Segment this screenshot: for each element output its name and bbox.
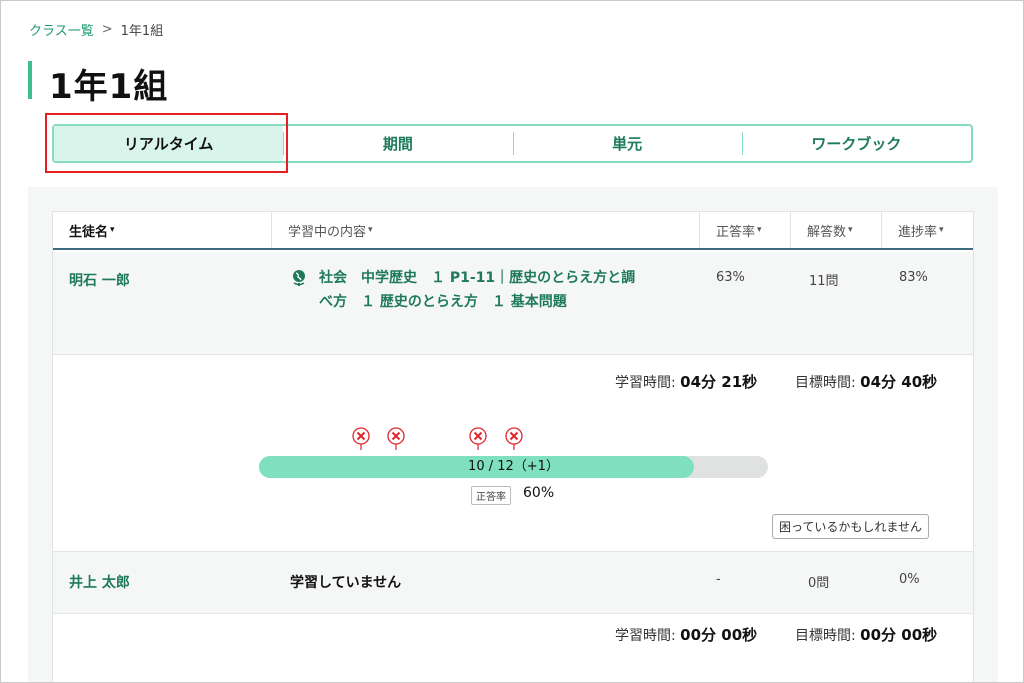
goal-time: 目標時間: 00分 00秒: [795, 624, 937, 645]
accuracy-badge: 正答率: [471, 486, 511, 505]
header-student-name-label: 生徒名: [69, 224, 109, 240]
wrong-answer-marker-icon: [468, 427, 488, 451]
breadcrumb-separator: >: [101, 22, 113, 37]
student-name-link[interactable]: 明石 一郎: [69, 270, 130, 290]
sort-caret-icon: ▾: [939, 225, 944, 235]
answer-count-value: 11問: [809, 274, 839, 289]
header-current-content-label: 学習中の内容: [288, 224, 367, 240]
content-status: 学習していません: [290, 575, 402, 591]
table-row: 井上 太郎 学習していません - 0問 0%: [53, 551, 973, 613]
study-time: 学習時間: 04分 21秒: [615, 371, 757, 392]
header-progress-label: 進捗率: [898, 224, 938, 240]
may-need-help-button[interactable]: 困っているかもしれません: [772, 514, 930, 539]
header-progress[interactable]: 進捗率 ▾: [882, 212, 973, 248]
app-frame: クラス一覧 > 1年1組 1年1組 リアルタイム 期間 単元 ワークブック 生徒…: [0, 0, 1024, 683]
tab-realtime[interactable]: リアルタイム: [54, 126, 284, 161]
study-time-value: 04分 21秒: [680, 373, 758, 391]
sort-caret-icon: ▾: [110, 225, 115, 235]
table-row: 明石 一郎 社会 中学歴史 １ P1-11｜歴史のとらえ方と調 べ方 １ 歴史の…: [53, 252, 973, 354]
study-time: 学習時間: 00分 00秒: [615, 624, 757, 645]
breadcrumb-current: 1年1組: [120, 24, 164, 39]
wrong-answer-marker-icon: [504, 427, 524, 451]
header-answer-count[interactable]: 解答数 ▾: [791, 212, 882, 248]
current-content-line-1: 社会 中学歴史 １ P1-11｜歴史のとらえ方と調: [319, 270, 636, 286]
progress-value: 0%: [899, 572, 920, 587]
answer-count-value: 0問: [808, 576, 830, 591]
progress-bar: 10 / 12（+1）: [259, 456, 768, 478]
goal-time-value: 04分 40秒: [860, 373, 938, 391]
view-tabs: リアルタイム 期間 単元 ワークブック: [52, 124, 973, 163]
session-accuracy-value: 60%: [523, 485, 555, 501]
header-student-name[interactable]: 生徒名 ▾: [53, 212, 272, 248]
globe-icon: [291, 269, 309, 291]
accuracy-value: -: [716, 572, 721, 587]
progress-value: 83%: [899, 270, 928, 285]
goal-time-label: 目標時間:: [795, 375, 856, 391]
study-time-label: 学習時間:: [615, 375, 676, 391]
current-content-line-2: べ方 １ 歴史のとらえ方 １ 基本問題: [319, 294, 567, 310]
header-answer-count-label: 解答数: [807, 224, 847, 240]
student-table: 生徒名 ▾ 学習中の内容 ▾ 正答率 ▾ 解答数 ▾ 進捗率 ▾ 明石 一郎 社…: [52, 211, 974, 682]
row-detail: 学習時間: 00分 00秒 目標時間: 00分 00秒: [53, 613, 973, 682]
title-accent-bar: [28, 61, 32, 99]
sort-caret-icon: ▾: [848, 225, 853, 235]
header-accuracy-label: 正答率: [716, 224, 756, 240]
tab-period[interactable]: 期間: [283, 126, 512, 161]
goal-time-value: 00分 00秒: [860, 626, 938, 644]
goal-time-label: 目標時間:: [795, 628, 856, 644]
header-current-content[interactable]: 学習中の内容 ▾: [272, 212, 700, 248]
wrong-answer-marker-icon: [351, 427, 371, 451]
breadcrumb-class-list-link[interactable]: クラス一覧: [29, 20, 94, 39]
student-name-link[interactable]: 井上 太郎: [69, 572, 130, 592]
table-header: 生徒名 ▾ 学習中の内容 ▾ 正答率 ▾ 解答数 ▾ 進捗率 ▾: [53, 212, 973, 250]
tab-workbook[interactable]: ワークブック: [741, 126, 971, 161]
goal-time: 目標時間: 04分 40秒: [795, 371, 937, 392]
study-time-label: 学習時間:: [615, 628, 676, 644]
progress-bar-label: 10 / 12（+1）: [468, 459, 559, 474]
current-content-link[interactable]: 社会 中学歴史 １ P1-11｜歴史のとらえ方と調 べ方 １ 歴史のとらえ方 １…: [319, 266, 699, 314]
row-detail: 学習時間: 04分 21秒 目標時間: 04分 40秒 10 / 12（+1） …: [53, 354, 973, 551]
study-time-value: 00分 00秒: [680, 626, 758, 644]
header-accuracy[interactable]: 正答率 ▾: [700, 212, 791, 248]
breadcrumb: クラス一覧 > 1年1組: [29, 20, 163, 39]
tab-unit[interactable]: 単元: [512, 126, 742, 161]
accuracy-value: 63%: [716, 270, 745, 285]
page-title: 1年1組: [49, 67, 169, 107]
sort-caret-icon: ▾: [757, 225, 762, 235]
sort-caret-icon: ▾: [368, 225, 373, 235]
wrong-answer-marker-icon: [386, 427, 406, 451]
